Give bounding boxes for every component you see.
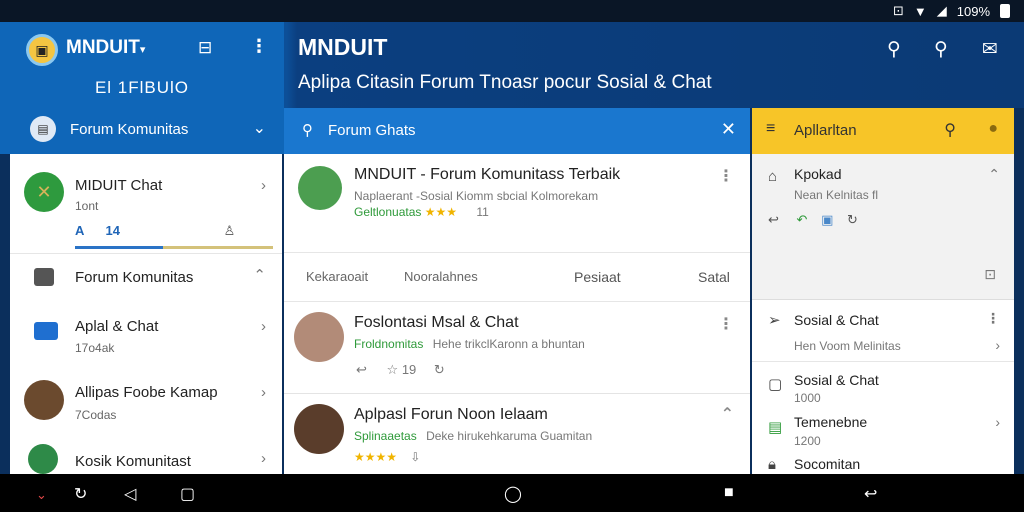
search-icon[interactable]: ⚲ <box>302 121 313 139</box>
chat-avatar-icon: ✕ <box>24 172 64 212</box>
post-feed: MNDUIT - Forum Komunitass Terbaik Naplae… <box>284 154 750 474</box>
tab-indicator-secondary <box>163 246 273 249</box>
inbox-icon[interactable]: ✉ <box>982 38 998 61</box>
tab-indicator <box>75 246 163 249</box>
chevron-down-icon: ⌄ <box>252 120 266 137</box>
app-logo-icon: ▣ <box>26 34 58 66</box>
chevron-right-icon: › <box>261 450 266 467</box>
reply-icon[interactable]: ↩ <box>356 362 367 377</box>
list-item[interactable]: Kosik Komunitast › <box>10 436 282 474</box>
folder-icon <box>34 322 58 340</box>
post-item[interactable]: Foslontasi Msal & Chat Froldnomitas Hehe… <box>284 304 750 394</box>
chevron-up-icon[interactable]: ⌃ <box>988 166 1000 183</box>
left-subheading: El 1FlBUlO <box>94 78 190 97</box>
green-list-icon: ▤ <box>768 419 783 436</box>
star-icon[interactable]: ☆ <box>387 362 399 377</box>
more-options-icon[interactable]: ⋮ <box>250 36 268 57</box>
post-item[interactable]: Aplpasl Forun Noon Ielaam Splinaaetas De… <box>284 396 750 474</box>
image-icon[interactable]: ▣ <box>821 212 833 227</box>
chevron-right-icon: › <box>261 318 266 335</box>
spreadsheet-icon <box>28 444 58 474</box>
list-item[interactable]: Forum Komunitas ⌃ <box>10 254 282 300</box>
back-icon[interactable]: ◁ <box>124 484 136 504</box>
battery-percent: 109% <box>956 3 990 19</box>
lock-icon: 🔒︎ <box>768 456 776 473</box>
forum-icon <box>34 268 54 286</box>
signal-icon: ◢ <box>936 3 947 18</box>
search-icon[interactable]: ⚲ <box>944 120 956 140</box>
close-icon[interactable]: ✕ <box>721 119 736 140</box>
chevron-down-icon[interactable]: ⌄ <box>36 487 47 503</box>
app-name-dropdown[interactable]: MNDUIT▾ <box>66 37 145 59</box>
reply-icon[interactable]: ↩ <box>768 212 779 227</box>
filter-tab[interactable]: Satal <box>698 269 730 285</box>
rotate-icon[interactable]: ↻ <box>74 484 87 504</box>
user-avatar <box>294 404 344 454</box>
wifi-icon: ▼ <box>913 3 927 19</box>
battery-icon <box>1000 4 1010 18</box>
media-icon[interactable]: ⊡ <box>984 266 996 283</box>
forward-icon[interactable]: ↶ <box>797 212 808 227</box>
status-bar: ⊡ ▼ ◢ 109% <box>0 0 1024 22</box>
forum-chats-header: ⚲ Forum Ghats ✕ <box>284 108 750 154</box>
search-icon[interactable]: ⚲ <box>887 38 901 61</box>
return-icon[interactable]: ↩ <box>864 484 877 504</box>
list-item[interactable]: Allipas Foobe Kamap 7Codas › <box>10 368 282 432</box>
rating-stars: ★★★ <box>424 205 458 219</box>
post-item[interactable]: MNDUIT - Forum Komunitass Terbaik Naplae… <box>284 154 750 252</box>
chevron-up-icon[interactable]: ⌃ <box>721 404 734 424</box>
column-filters: Kekaraoait Nooralahnes Pesiaat Satal <box>284 252 750 302</box>
list-item[interactable]: Aplal & Chat 17o4ak › <box>10 304 282 366</box>
share-icon[interactable]: ⇩ <box>410 450 420 464</box>
user-avatar <box>294 312 344 362</box>
left-list: ✕ MIDUIT Chat 1ont › A 14 ♙ Forum Komuni… <box>10 154 282 474</box>
send-icon: ➢ <box>768 312 781 329</box>
list-item[interactable]: 🔒︎ Socomitan <box>752 450 1014 474</box>
user-icon[interactable]: ● <box>988 120 998 138</box>
refresh-icon[interactable]: ↻ <box>847 212 858 227</box>
group-icon: ♙ <box>223 223 236 238</box>
home-icon: ⌂ <box>768 168 778 185</box>
recents-icon[interactable]: ■ <box>724 484 734 502</box>
page-subtitle: Aplipa Citasin Forum Tnoasr pocur Sosial… <box>298 72 712 93</box>
list-item[interactable]: ▢ Sosial & Chat 1000 <box>752 364 1014 406</box>
user-avatar <box>298 166 342 210</box>
dropdown-icon: ▾ <box>139 44 146 56</box>
list-item[interactable]: ➢ Sosial & Chat Hen Voom Melinitas ⋮ › <box>752 300 1014 362</box>
left-header: ▣ MNDUIT▾ ⊟ ⋮ El 1FlBUlO ▤ Forum Komunit… <box>0 22 284 154</box>
list-item[interactable]: ▤ Temenebne 1200 › <box>752 408 1014 450</box>
community-selector-label: Forum Komunitas <box>70 120 189 138</box>
chevron-right-icon: › <box>995 337 1000 353</box>
rating-stars: ★★★★ <box>354 450 398 464</box>
system-nav-bar: ⌄ ↻ ◁ ▢ ◯ ■ ↩ <box>0 474 1024 512</box>
chevron-right-icon: › <box>995 414 1000 430</box>
chevron-right-icon: › <box>261 177 266 194</box>
applications-list: ➢ Sosial & Chat Hen Voom Melinitas ⋮ › ▢… <box>752 300 1014 474</box>
more-options-icon[interactable]: ⋮ <box>986 310 1000 327</box>
chat-icon[interactable]: ⊟ <box>198 38 212 58</box>
community-icon: ▤ <box>30 116 56 142</box>
filter-tab[interactable]: Nooralahnes <box>404 269 478 284</box>
notification-icon: ⊡ <box>892 3 904 18</box>
featured-item[interactable]: ⌂ Kpokad Nean Kelnitas fl ⌃ ↩ ↶ ▣ ↻ ⊡ <box>752 154 1014 300</box>
filter-tab[interactable]: Pesiaat <box>574 269 621 285</box>
bag-icon: ▢ <box>768 376 783 393</box>
filter-tab[interactable]: Kekaraoait <box>306 269 368 284</box>
refresh-icon[interactable]: ↻ <box>434 362 445 377</box>
search-alt-icon[interactable]: ⚲ <box>934 38 948 61</box>
home-button-icon[interactable]: ◯ <box>504 484 522 504</box>
list-item[interactable]: ✕ MIDUIT Chat 1ont › A 14 ♙ <box>10 154 282 254</box>
menu-icon[interactable]: ≡ <box>766 120 775 138</box>
more-options-icon[interactable]: ⋮ <box>718 314 734 334</box>
more-options-icon[interactable]: ⋮ <box>718 166 734 186</box>
square-icon[interactable]: ▢ <box>180 484 195 504</box>
applications-header: ≡ Apllarltan ⚲ ● <box>752 108 1014 154</box>
chevron-up-icon: ⌃ <box>253 267 266 284</box>
chevron-right-icon: › <box>261 384 266 401</box>
user-avatar <box>24 380 64 420</box>
community-selector[interactable]: ▤ Forum Komunitas ⌄ <box>0 108 284 150</box>
tab-row[interactable]: A 14 ♙ <box>75 223 235 239</box>
page-title: MNDUIT <box>298 34 388 60</box>
